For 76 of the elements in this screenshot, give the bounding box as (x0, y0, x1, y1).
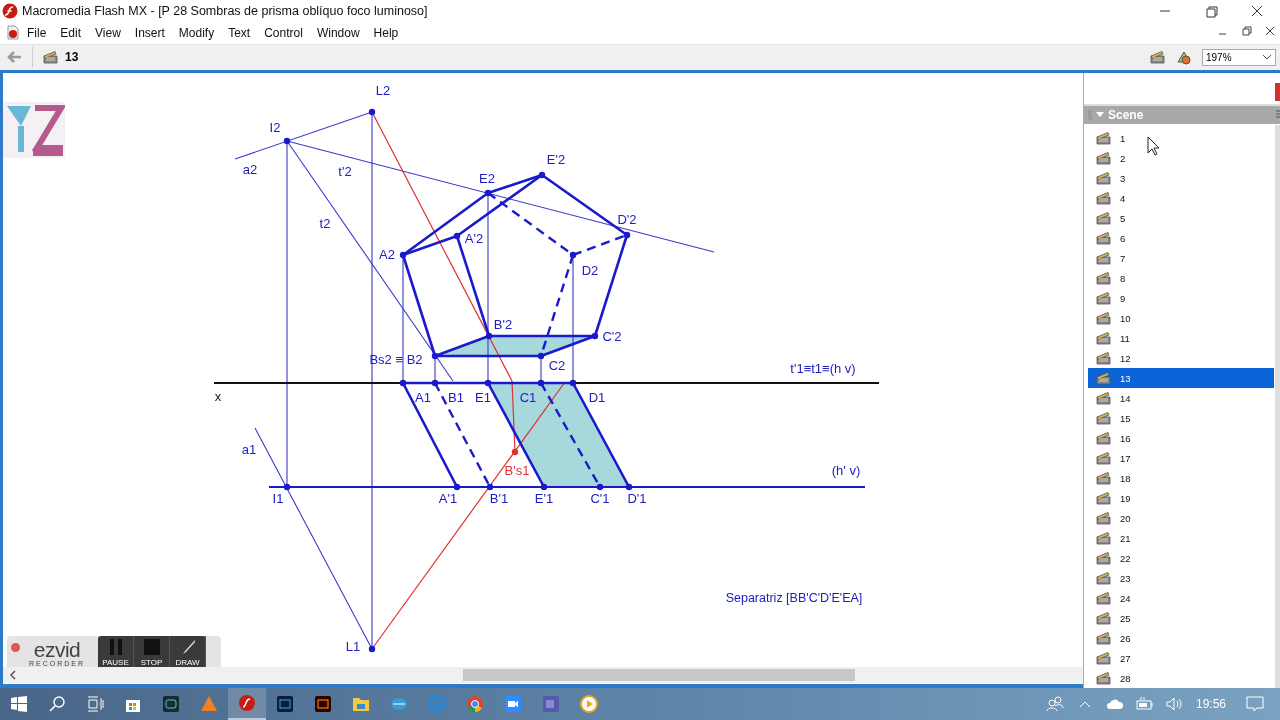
scene-item[interactable]: 23 (1088, 568, 1274, 588)
menu-item[interactable]: File (20, 23, 54, 42)
scene-item[interactable]: 5 (1088, 208, 1274, 228)
scene-item[interactable]: 20 (1088, 508, 1274, 528)
point-label: D1 (588, 390, 606, 405)
point-label: (h' v) (831, 463, 861, 478)
scene-item[interactable]: 11 (1088, 328, 1274, 348)
menu-item[interactable]: Control (257, 23, 310, 42)
point-label: C'2 (602, 329, 622, 344)
point-label: a1 (241, 442, 257, 457)
scene-item[interactable]: 21 (1088, 528, 1274, 548)
point-label: A'1 (438, 491, 458, 506)
point-label: I1 (272, 491, 284, 506)
menu-item[interactable]: View (88, 23, 128, 42)
zoom-field[interactable]: 197% (1202, 48, 1276, 66)
point-label: t'2 (338, 164, 352, 179)
point-label: t'1≡t1≡(h v) (790, 361, 856, 376)
point-label: E2 (479, 171, 495, 186)
point-label: a2 (242, 162, 258, 177)
menu-item[interactable]: Text (221, 23, 258, 42)
point-label: C1 (519, 390, 537, 405)
point-label: D2 (581, 263, 599, 278)
point-label: A2 (379, 247, 395, 262)
point-label: L1 (345, 639, 361, 654)
scene-item[interactable]: 16 (1088, 428, 1274, 448)
menu-item[interactable]: Edit (53, 23, 89, 42)
scene-item[interactable]: 12 (1088, 348, 1274, 368)
scene-item[interactable]: 22 (1088, 548, 1274, 568)
point-label: L2 (375, 83, 391, 98)
menu-item[interactable]: Modify (171, 23, 222, 42)
scene-item[interactable]: 26 (1088, 628, 1274, 648)
point-label: B1 (448, 390, 464, 405)
scene-name: 13 (65, 50, 79, 65)
point-label: t2 (319, 216, 331, 231)
scene-item[interactable]: 9 (1088, 288, 1274, 308)
scene-item[interactable]: 6 (1088, 228, 1274, 248)
menu-item[interactable]: Window (309, 23, 367, 42)
point-label: E1 (475, 390, 491, 405)
scene-item[interactable]: 17 (1088, 448, 1274, 468)
scene-item[interactable]: 13 (1088, 368, 1274, 388)
recorder-logo: ezvid (33, 639, 81, 660)
scene-item[interactable]: 28 (1088, 668, 1274, 688)
caption: Separatriz [BB'C'D'E'EA] (725, 591, 863, 605)
point-label: E'2 (546, 152, 566, 167)
scene-item[interactable]: 3 (1088, 168, 1274, 188)
scene-item[interactable]: 4 (1088, 188, 1274, 208)
scene-item[interactable]: 27 (1088, 648, 1274, 668)
clock: 19:56 (1195, 697, 1226, 711)
scene-item[interactable]: 10 (1088, 308, 1274, 328)
scene-item[interactable]: 15 (1088, 408, 1274, 428)
point-label: Bs2 ≡ B2 (369, 352, 423, 367)
scene-item[interactable]: 7 (1088, 248, 1274, 268)
axis-label: x (214, 389, 222, 404)
point-label: I2 (269, 120, 281, 135)
menu-item[interactable]: Insert (127, 23, 172, 42)
scene-item[interactable]: 18 (1088, 468, 1274, 488)
scene-item[interactable]: 24 (1088, 588, 1274, 608)
point-label: B'2 (493, 317, 513, 332)
point-label: B's1 (504, 463, 530, 478)
window-title: Macromedia Flash MX - [P 28 Sombras de prisma oblíquo foco luminoso] (22, 4, 429, 18)
point-label: D'2 (617, 212, 637, 227)
scene-item[interactable]: 8 (1088, 268, 1274, 288)
point-label: B'1 (489, 491, 509, 506)
menu-item[interactable]: Help (366, 23, 406, 42)
point-label: E'1 (534, 491, 554, 506)
scene-item[interactable]: 14 (1088, 388, 1274, 408)
scene-item[interactable]: 19 (1088, 488, 1274, 508)
point-label: A1 (415, 390, 431, 405)
point-label: D'1 (627, 491, 647, 506)
scene-item[interactable]: 2 (1088, 148, 1274, 168)
point-label: C'1 (590, 491, 610, 506)
point-label: A'2 (464, 231, 484, 246)
point-label: C2 (548, 358, 566, 373)
scene-item[interactable]: 1 (1088, 128, 1274, 148)
scene-item[interactable]: 25 (1088, 608, 1274, 628)
panel-title: Scene (1108, 108, 1145, 122)
